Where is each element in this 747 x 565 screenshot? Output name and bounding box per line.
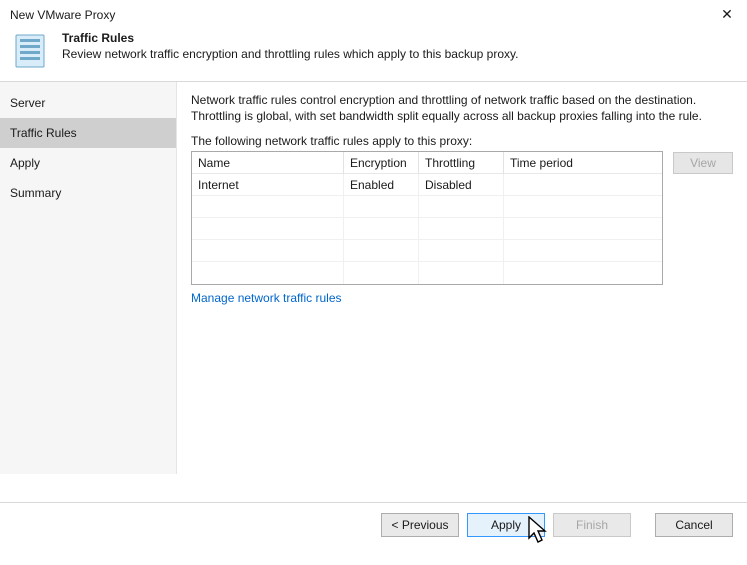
cell-name: Internet <box>192 174 344 195</box>
col-encryption[interactable]: Encryption <box>344 152 419 174</box>
cell-time-period <box>504 174 662 195</box>
intro-text: Network traffic rules control encryption… <box>191 92 733 124</box>
page-title: Traffic Rules <box>62 31 518 45</box>
titlebar: New VMware Proxy ✕ <box>0 0 747 27</box>
wizard-footer: < Previous Apply Finish Cancel <box>0 502 747 547</box>
wizard-header: Traffic Rules Review network traffic enc… <box>0 27 747 82</box>
apply-button[interactable]: Apply <box>467 513 545 537</box>
previous-button[interactable]: < Previous <box>381 513 459 537</box>
cell-encryption: Enabled <box>344 174 419 195</box>
finish-button: Finish <box>553 513 631 537</box>
rules-table-label: The following network traffic rules appl… <box>191 134 733 148</box>
col-name[interactable]: Name <box>192 152 344 174</box>
rules-table[interactable]: Name Encryption Throttling Time period I… <box>191 151 663 285</box>
page-description: Review network traffic encryption and th… <box>62 47 518 61</box>
table-row[interactable]: Internet Enabled Disabled <box>192 174 662 196</box>
sidebar-item-server[interactable]: Server <box>0 88 176 118</box>
col-throttling[interactable]: Throttling <box>419 152 504 174</box>
sidebar-item-traffic-rules[interactable]: Traffic Rules <box>0 118 176 148</box>
wizard-body: Server Traffic Rules Apply Summary Netwo… <box>0 82 747 474</box>
table-header-row: Name Encryption Throttling Time period <box>192 152 662 174</box>
table-row[interactable] <box>192 240 662 262</box>
sidebar-item-apply[interactable]: Apply <box>0 148 176 178</box>
table-row[interactable] <box>192 218 662 240</box>
view-button: View <box>673 152 733 174</box>
window-title: New VMware Proxy <box>10 8 115 22</box>
header-text: Traffic Rules Review network traffic enc… <box>62 31 518 61</box>
traffic-rules-icon <box>12 33 48 69</box>
content-pane: Network traffic rules control encryption… <box>177 82 747 474</box>
wizard-steps-sidebar: Server Traffic Rules Apply Summary <box>0 82 177 474</box>
sidebar-item-summary[interactable]: Summary <box>0 178 176 208</box>
table-row[interactable] <box>192 196 662 218</box>
table-row[interactable] <box>192 262 662 284</box>
close-icon[interactable]: ✕ <box>717 6 737 23</box>
col-time-period[interactable]: Time period <box>504 152 662 174</box>
cell-throttling: Disabled <box>419 174 504 195</box>
manage-rules-link[interactable]: Manage network traffic rules <box>191 291 342 305</box>
cancel-button[interactable]: Cancel <box>655 513 733 537</box>
